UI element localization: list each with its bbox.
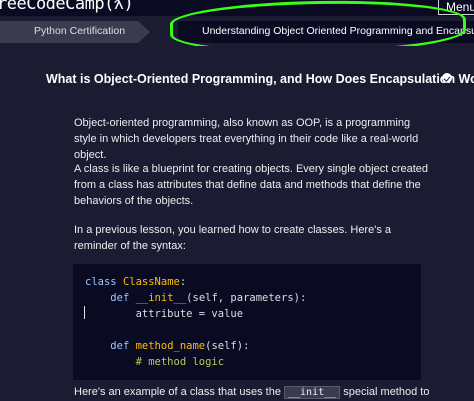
code-line: attribute = value xyxy=(85,308,243,320)
lesson-paragraph: Object-oriented programming, also known … xyxy=(74,117,419,161)
code-class-name: ClassName xyxy=(122,276,180,288)
code-line: # method logic xyxy=(85,356,225,368)
code-function-name: method_name xyxy=(135,340,206,352)
code-keyword: def xyxy=(110,340,130,352)
paragraph-text: Here's an example of a class that uses t… xyxy=(74,386,281,398)
code-function-name: __init__ xyxy=(135,292,187,304)
code-block[interactable]: class ClassName: def __init__(self, para… xyxy=(73,264,421,380)
code-keyword: class xyxy=(85,276,117,288)
code-comment: # method logic xyxy=(135,356,225,368)
inline-code: __init__ xyxy=(284,386,341,399)
code-line: class ClassName: xyxy=(85,276,186,288)
lesson-content: What is Object-Oriented Programming, and… xyxy=(0,46,474,401)
check-circle-icon xyxy=(442,73,452,83)
breadcrumb-item-certification[interactable]: Python Certification xyxy=(0,21,150,43)
breadcrumb-item-label: Python Certification xyxy=(34,25,126,37)
page-title: What is Object-Oriented Programming, and… xyxy=(46,72,474,86)
freecodecamp-logo[interactable]: reeCodeCamp(ƛ) xyxy=(0,0,134,14)
lesson-paragraph: A class is like a blueprint for creating… xyxy=(74,163,429,207)
paragraph-text: special method to xyxy=(343,386,430,398)
code-text: (self): xyxy=(205,340,250,352)
code-text: attribute = value xyxy=(135,308,244,320)
lesson-paragraph: Here's an example of a class that uses t… xyxy=(74,384,434,401)
code-text: (self, parameters): xyxy=(186,292,307,304)
code-line: def __init__(self, parameters): xyxy=(85,292,306,304)
code-keyword: def xyxy=(110,292,130,304)
lesson-paragraph: In a previous lesson, you learned how to… xyxy=(74,224,391,252)
code-line: def method_name(self): xyxy=(85,340,249,352)
code-text: : xyxy=(179,276,187,288)
